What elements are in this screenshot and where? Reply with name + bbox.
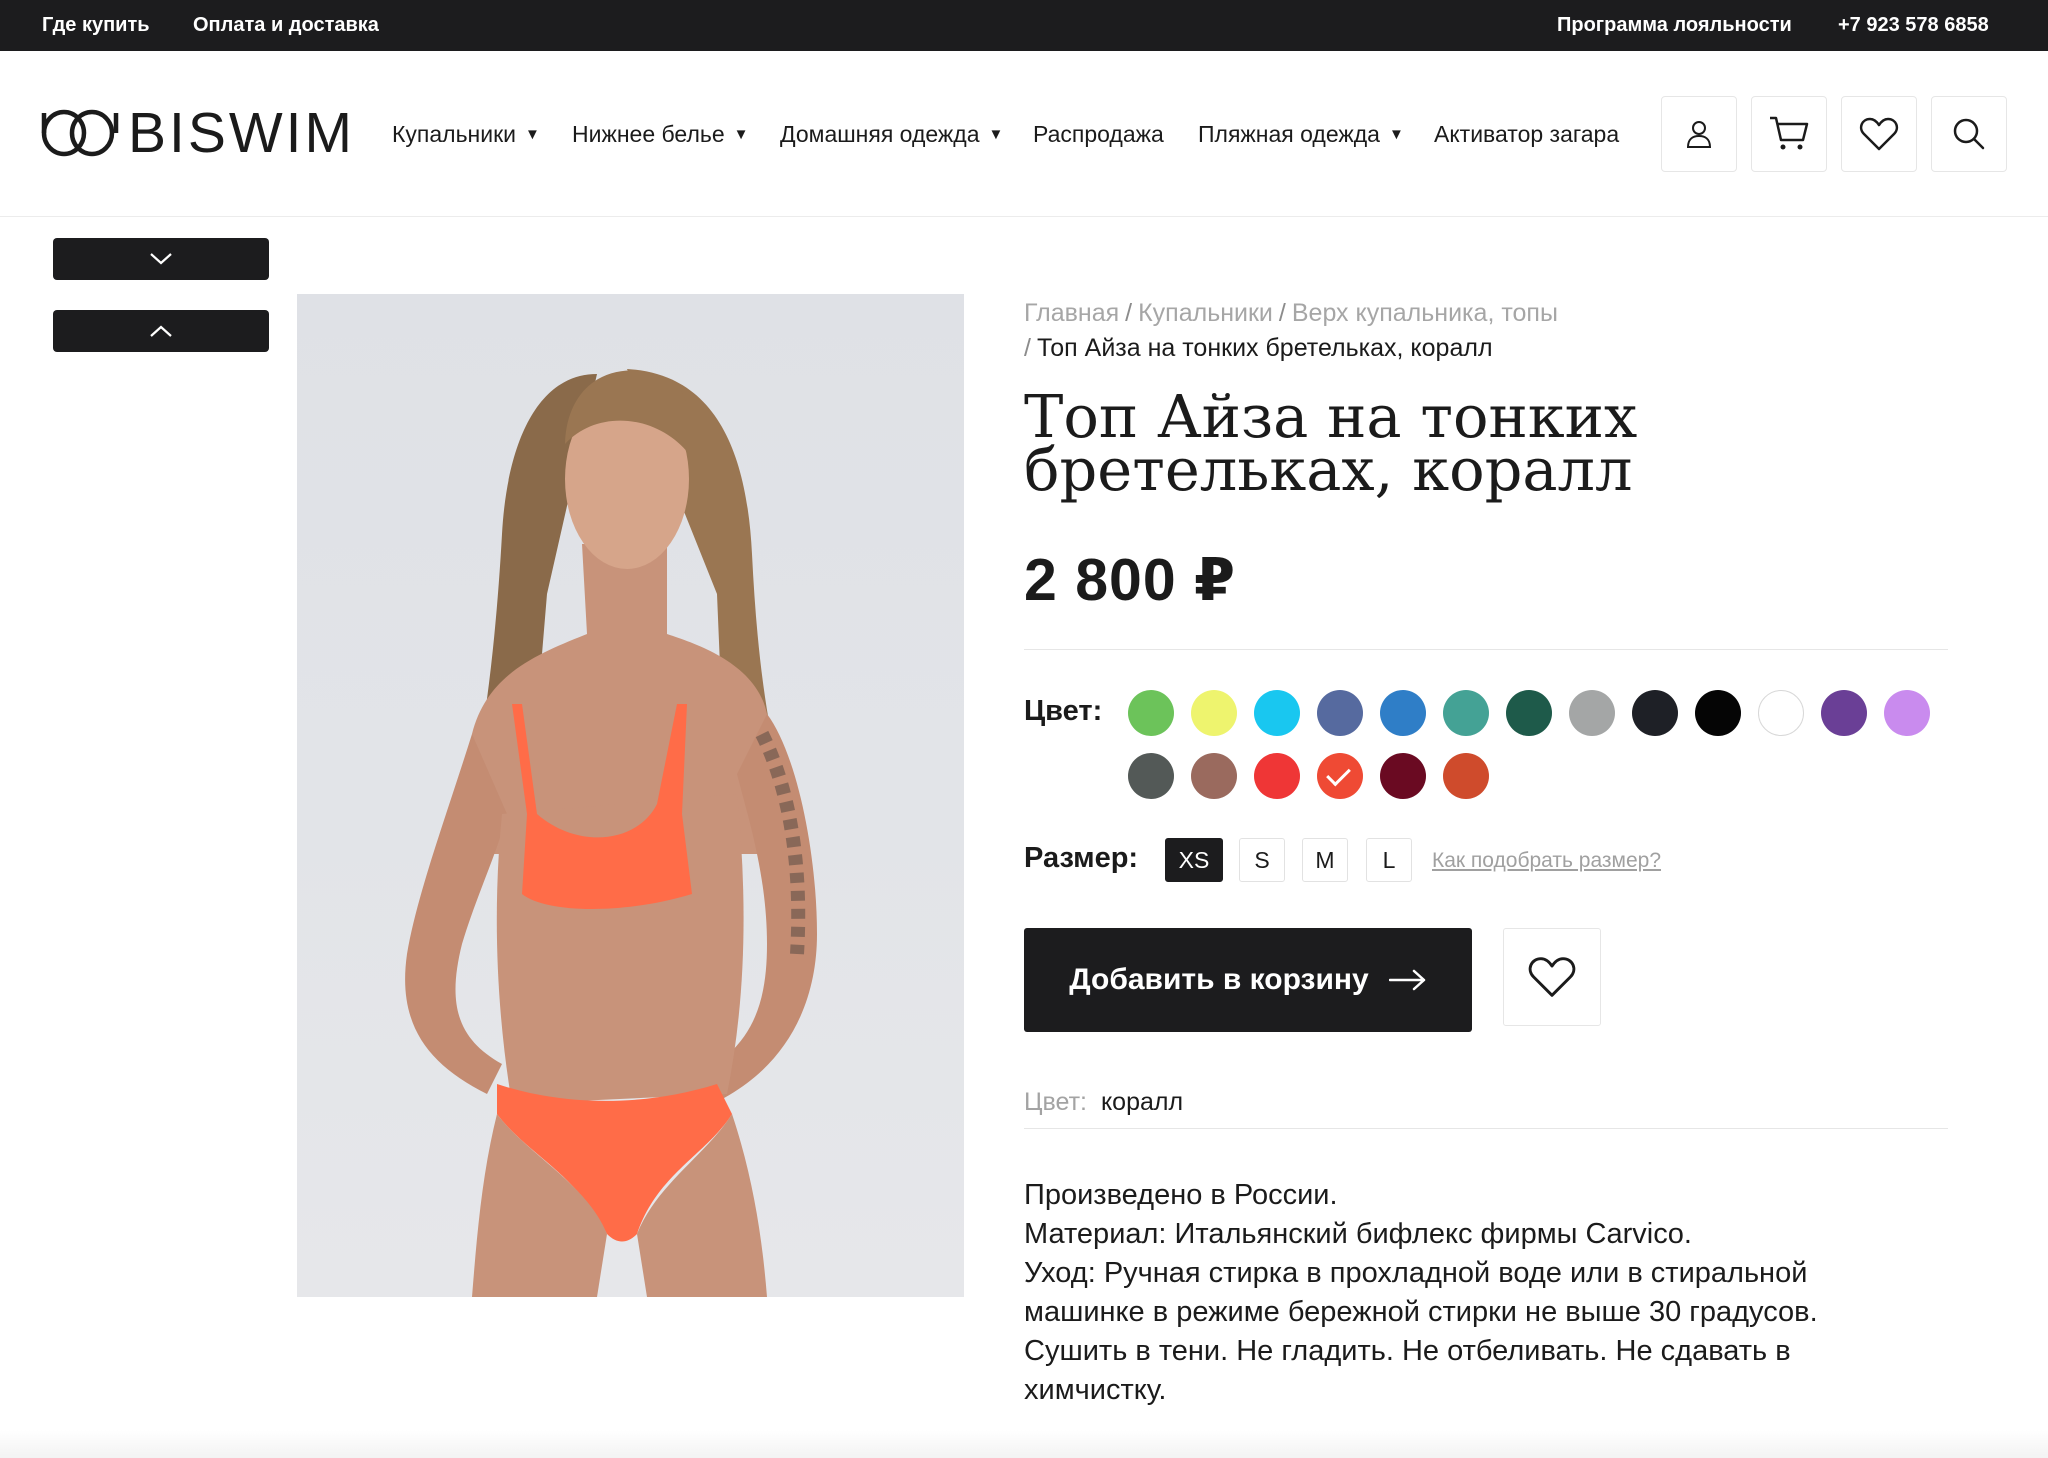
chevron-up-icon (150, 325, 172, 337)
breadcrumb: Главная / Купальники / Верх купальника, топы… (1024, 296, 1964, 366)
breadcrumb-separator: / (1024, 334, 1031, 362)
cart-button[interactable] (1751, 96, 1827, 172)
heart-icon (1859, 117, 1899, 151)
color-swatch[interactable] (1128, 690, 1174, 736)
breadcrumb-tops[interactable]: Верх купальника, топы (1292, 299, 1558, 327)
divider (1024, 1128, 1948, 1129)
caret-down-icon: ▼ (1388, 126, 1404, 143)
color-swatch[interactable] (1254, 690, 1300, 736)
add-to-cart-button[interactable]: Добавить в корзину (1024, 928, 1472, 1032)
selected-color-value: коралл (1100, 1088, 1184, 1116)
wishlist-button[interactable] (1841, 96, 1917, 172)
loyalty-program-link[interactable]: Программа лояльности (1557, 14, 1792, 37)
logo[interactable]: BISWIM (40, 100, 355, 165)
breadcrumb-separator: / (1278, 299, 1286, 327)
description-line: Уход: Ручная стирка в прохладной воде ил… (1024, 1257, 1818, 1406)
product-title: Топ Айза на тонких бретельках, коралл (1024, 382, 1638, 504)
chevron-down-icon (150, 253, 172, 265)
add-to-wishlist-button[interactable] (1503, 928, 1601, 1026)
cart-icon (1770, 116, 1809, 150)
nav-item-tan-activator[interactable]: Активатор загара (1434, 121, 1619, 148)
payment-delivery-link[interactable]: Оплата и доставка (193, 14, 379, 37)
nav-label: Активатор загара (1434, 121, 1620, 147)
color-swatch[interactable] (1254, 753, 1300, 799)
size-option-l[interactable]: L (1366, 838, 1412, 882)
breadcrumb-home[interactable]: Главная (1024, 299, 1119, 327)
color-swatch[interactable] (1317, 690, 1363, 736)
phone-link[interactable]: +7 923 578 6858 (1838, 14, 1989, 37)
logo-rings-icon (41, 109, 119, 157)
logo-text: BISWIM (128, 100, 355, 165)
color-swatch[interactable] (1380, 690, 1426, 736)
color-swatch[interactable] (1821, 690, 1867, 736)
size-guide-link[interactable]: Как подобрать размер? (1432, 849, 1661, 873)
page-bottom-shadow (0, 1430, 2048, 1458)
nav-label: Распродажа (1033, 121, 1164, 147)
nav-label: Пляжная одежда (1198, 121, 1380, 147)
color-swatch[interactable] (1380, 753, 1426, 799)
breadcrumb-current: Топ Айза на тонких бретельках, коралл (1036, 334, 1493, 362)
model-photo-illustration (405, 369, 817, 1297)
breadcrumb-swimwear[interactable]: Купальники (1138, 299, 1273, 327)
add-to-cart-label: Добавить в корзину (1069, 963, 1369, 996)
selected-color-key: Цвет: (1024, 1088, 1087, 1116)
color-swatch[interactable] (1758, 690, 1804, 736)
nav-item-sale[interactable]: Распродажа (1033, 121, 1164, 148)
color-swatch[interactable] (1506, 690, 1552, 736)
color-swatch[interactable] (1884, 690, 1930, 736)
site-header: BISWIM Купальники ▼ Нижнее белье ▼ Домашня… (0, 51, 2048, 217)
color-swatch[interactable] (1569, 690, 1615, 736)
caret-down-icon: ▼ (733, 126, 749, 143)
caret-down-icon: ▼ (988, 126, 1004, 143)
size-label: Размер: (1024, 842, 1139, 874)
search-icon (1953, 118, 1985, 150)
nav-label: Купальники (392, 121, 517, 147)
nav-label: Нижнее белье (572, 121, 725, 147)
where-to-buy-link[interactable]: Где купить (42, 14, 150, 37)
description-line: Произведено в России. (1024, 1179, 1338, 1211)
nav-item-underwear[interactable]: Нижнее белье ▼ (572, 121, 749, 148)
user-icon (1686, 121, 1712, 148)
color-swatch[interactable] (1128, 753, 1174, 799)
divider (1024, 649, 1948, 650)
breadcrumb-separator: / (1125, 299, 1133, 327)
color-swatch[interactable] (1443, 690, 1489, 736)
size-option-s[interactable]: S (1239, 838, 1285, 882)
color-swatch[interactable] (1695, 690, 1741, 736)
size-option-xs[interactable]: XS (1165, 838, 1223, 882)
gallery-next-button[interactable] (53, 238, 269, 280)
selected-color: Цвет: коралл (1024, 1088, 1183, 1117)
color-swatch[interactable] (1632, 690, 1678, 736)
account-button[interactable] (1661, 96, 1737, 172)
product-image[interactable] (297, 294, 964, 1297)
description-line: Материал: Итальянский бифлекс фирмы Carv… (1024, 1218, 1692, 1250)
product-price: 2 800 ₽ (1024, 547, 1237, 613)
nav-item-homewear[interactable]: Домашняя одежда ▼ (780, 121, 1003, 148)
color-swatch[interactable] (1191, 690, 1237, 736)
heart-icon (1528, 957, 1576, 997)
search-button[interactable] (1931, 96, 2007, 172)
color-swatch[interactable] (1191, 753, 1237, 799)
size-option-m[interactable]: M (1302, 838, 1348, 882)
gallery-prev-button[interactable] (53, 310, 269, 352)
nav-item-beachwear[interactable]: Пляжная одежда ▼ (1198, 121, 1404, 148)
color-label: Цвет: (1024, 695, 1103, 727)
caret-down-icon: ▼ (525, 126, 540, 143)
nav-item-swimwear[interactable]: Купальники ▼ (392, 121, 540, 148)
top-bar: Где купить Оплата и доставка Программа л… (0, 0, 2048, 51)
arrow-right-icon (1388, 969, 1427, 991)
nav-label: Домашняя одежда (780, 121, 980, 147)
product-description: Произведено в России. Материал: Итальянс… (1024, 1176, 1924, 1410)
color-swatch[interactable] (1443, 753, 1489, 799)
color-swatch[interactable] (1317, 753, 1363, 799)
